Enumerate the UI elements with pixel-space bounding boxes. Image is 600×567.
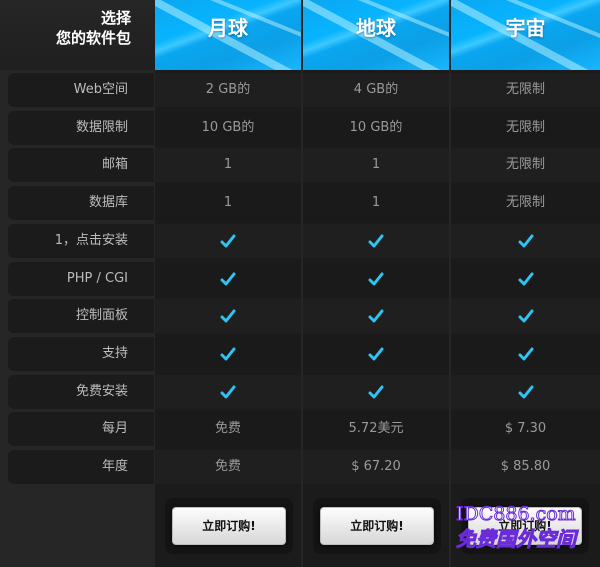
order-now-button-universe[interactable]: 立即订购! [468,507,582,545]
checkmark-icon [220,347,236,360]
plan-cell: 4 GB的 [303,73,449,107]
checkmark-icon [368,309,384,322]
plan-cell-check [155,224,301,258]
order-now-button-earth[interactable]: 立即订购! [320,507,434,545]
plan-name: 宇宙 [505,16,546,40]
plan-cell: 1 [155,186,301,220]
plan-cell: 无限制 [451,148,600,182]
checkmark-icon [518,234,533,247]
plan-cell: 无限制 [451,111,600,145]
checkmark-icon [368,234,384,247]
plan-cell-check [155,375,301,409]
checkmark-icon [368,272,384,285]
checkmark-icon [368,385,384,398]
pricing-table: 选择 您的软件包 Web空间 数据限制 邮箱 数据库 1，点击安装 PHP / … [0,0,600,567]
checkmark-icon [518,347,533,360]
choose-package-heading: 选择 您的软件包 [0,0,155,70]
plan-cell-check [451,224,600,258]
plan-cell-check [303,224,449,258]
feature-label-email: 邮箱 [8,148,154,182]
plan-cell: 1 [303,148,449,182]
plan-cell-price-monthly: 免费 [155,412,301,446]
plan-cell-check [451,375,600,409]
plan-cell-price-yearly: 免费 [155,450,301,484]
plan-cell-check [451,299,600,333]
feature-label-data-limit: 数据限制 [8,111,154,145]
heading-line-2: 您的软件包 [55,29,131,47]
plan-column-moon: 月球 2 GB的 10 GB的 1 1 免费 免费 立即订购! [155,0,301,567]
feature-label-php-cgi: PHP / CGI [8,262,154,296]
feature-label-yearly: 年度 [8,450,154,484]
plan-cell-check [303,337,449,371]
feature-label-control-panel: 控制面板 [8,299,154,333]
feature-label-monthly: 每月 [8,412,154,446]
checkmark-icon [518,385,533,398]
plan-cell-price-monthly: $ 7.30 [451,412,600,446]
plan-cell-check [155,262,301,296]
plan-cell-check [451,337,600,371]
plan-cell: 无限制 [451,73,600,107]
checkmark-icon [220,272,236,285]
checkmark-icon [518,309,533,322]
plan-cell-check [155,299,301,333]
checkmark-icon [368,347,384,360]
plan-header-moon: 月球 [155,0,301,70]
feature-label-column: 选择 您的软件包 Web空间 数据限制 邮箱 数据库 1，点击安装 PHP / … [0,0,155,567]
plan-cell-check [303,375,449,409]
plan-cell-price-yearly: $ 85.80 [451,450,600,484]
plan-cell-price-yearly: $ 67.20 [303,450,449,484]
plan-name: 地球 [356,16,396,40]
plan-cell-check [155,337,301,371]
checkmark-icon [518,272,533,285]
plan-cell: 1 [303,186,449,220]
checkmark-icon [220,234,236,247]
plan-header-universe: 宇宙 [451,0,600,70]
plan-cell-price-monthly: 5.72美元 [303,412,449,446]
feature-label-one-click-install: 1，点击安装 [8,224,154,258]
plan-cell: 无限制 [451,186,600,220]
feature-label-support: 支持 [8,337,154,371]
order-now-button-moon[interactable]: 立即订购! [172,507,286,545]
feature-label-free-install: 免费安装 [8,375,154,409]
plan-cell: 2 GB的 [155,73,301,107]
plan-cell-check [303,299,449,333]
plan-cell-check [451,262,600,296]
plan-column-universe: 宇宙 无限制 无限制 无限制 无限制 $ 7.30 $ 85.80 立即订购! [451,0,600,567]
feature-label-database: 数据库 [8,186,154,220]
plan-cell: 1 [155,148,301,182]
feature-label-web-space: Web空间 [8,73,154,107]
plan-header-earth: 地球 [303,0,449,70]
heading-line-1: 选择 [100,9,131,27]
plan-cell-check [303,262,449,296]
plan-cell: 10 GB的 [155,111,301,145]
plan-cell: 10 GB的 [303,111,449,145]
plan-column-earth: 地球 4 GB的 10 GB的 1 1 5.72美元 $ 67.20 立即订购! [303,0,449,567]
checkmark-icon [220,385,236,398]
plan-name: 月球 [208,16,248,40]
checkmark-icon [220,309,236,322]
